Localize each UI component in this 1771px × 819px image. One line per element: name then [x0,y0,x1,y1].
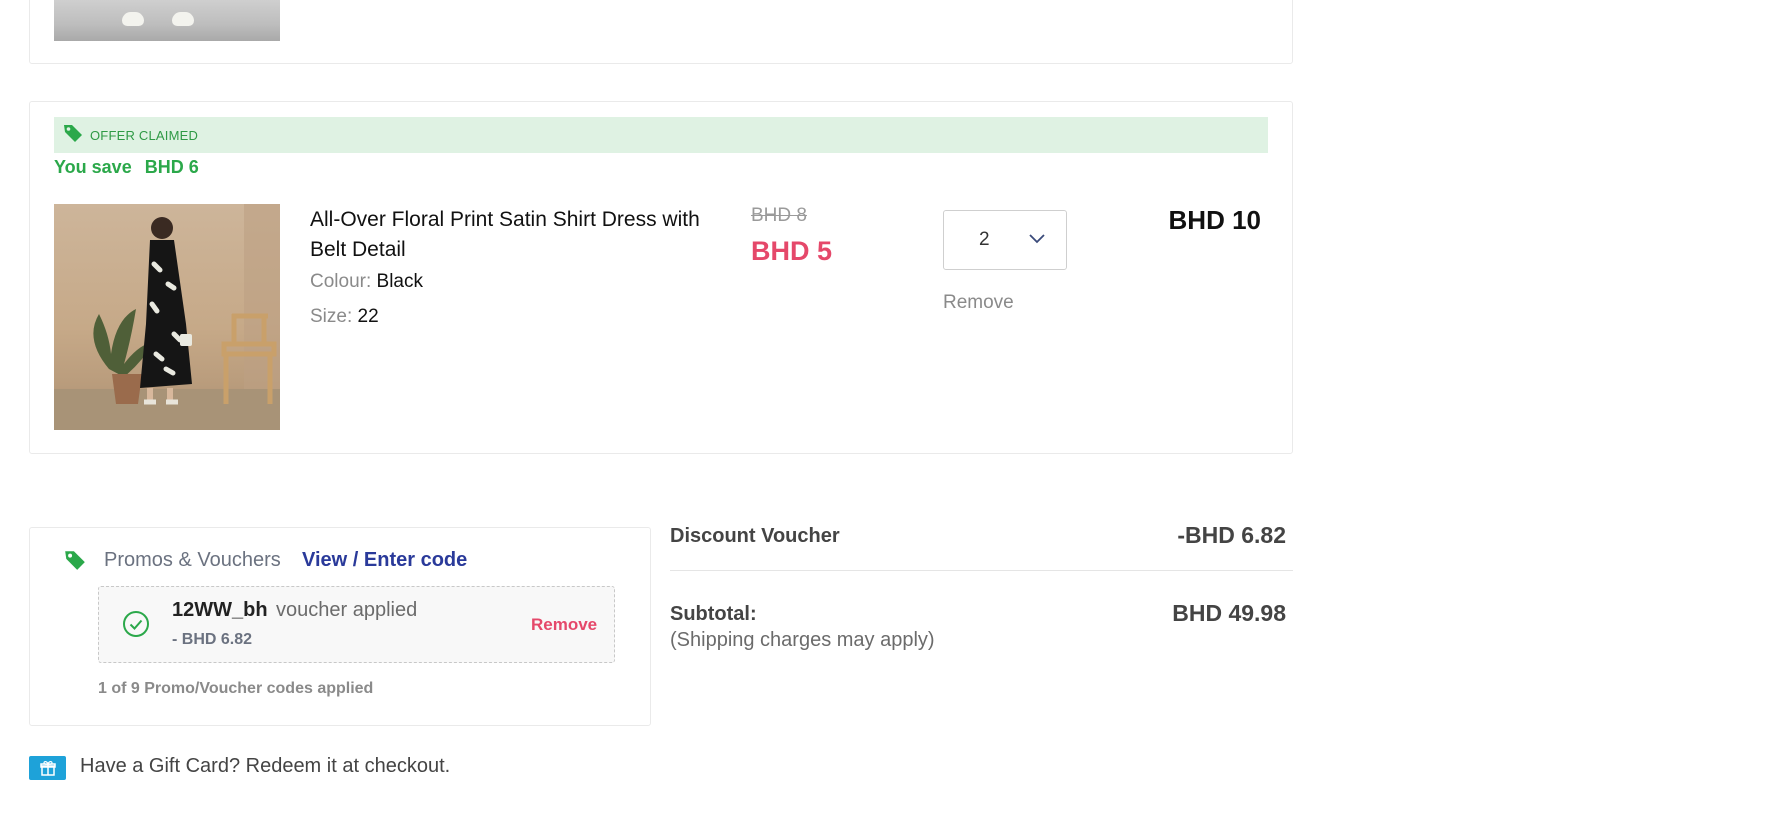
size-label: Size: [310,306,353,327]
check-circle-icon [122,610,150,643]
gift-card-text: Have a Gift Card? Redeem it at checkout. [80,755,451,777]
codes-applied-count: 1 of 9 Promo/Voucher codes applied [98,680,374,697]
voucher-status: voucher applied [276,599,418,621]
colour-label: Colour: [310,271,372,292]
subtotal-value: BHD 49.98 [1172,600,1286,626]
view-enter-code-link[interactable]: View / Enter code [302,549,467,572]
savings-line: You save BHD 6 [54,157,207,178]
offer-badge-text: OFFER CLAIMED [90,127,199,143]
discount-voucher-value: -BHD 6.82 [1177,522,1286,548]
quantity-select[interactable]: 2 [943,210,1067,270]
product-size: Size: 22 [310,306,379,328]
offer-claimed-banner: OFFER CLAIMED [54,117,1268,153]
line-total: BHD 10 [1168,205,1261,235]
product-title[interactable]: All-Over Floral Print Satin Shirt Dress … [310,205,720,265]
quantity-value: 2 [979,229,990,250]
product-colour: Colour: Black [310,271,423,293]
product-image[interactable] [54,204,280,430]
sale-price: BHD 5 [751,236,833,266]
tag-icon [62,123,84,148]
tag-icon [63,549,87,576]
previous-product-image[interactable] [54,0,280,41]
subtotal-label: Subtotal: [670,603,757,625]
savings-amount: BHD 6 [144,157,199,177]
discount-voucher-label: Discount Voucher [670,525,840,547]
voucher-amount: - BHD 6.82 [172,631,253,648]
remove-item-button[interactable]: Remove [943,292,1014,314]
chevron-down-icon [1029,231,1045,249]
voucher-code: 12WW_bh [172,599,268,621]
promos-label: Promos & Vouchers [104,549,281,571]
original-price: BHD 8 [751,205,807,226]
summary-divider [670,570,1293,571]
shipping-note: (Shipping charges may apply) [670,629,935,651]
colour-value: Black [376,271,423,292]
size-value: 22 [357,306,379,327]
remove-voucher-button[interactable]: Remove [531,615,597,635]
savings-label: You save [54,157,132,177]
gift-icon [29,756,66,780]
